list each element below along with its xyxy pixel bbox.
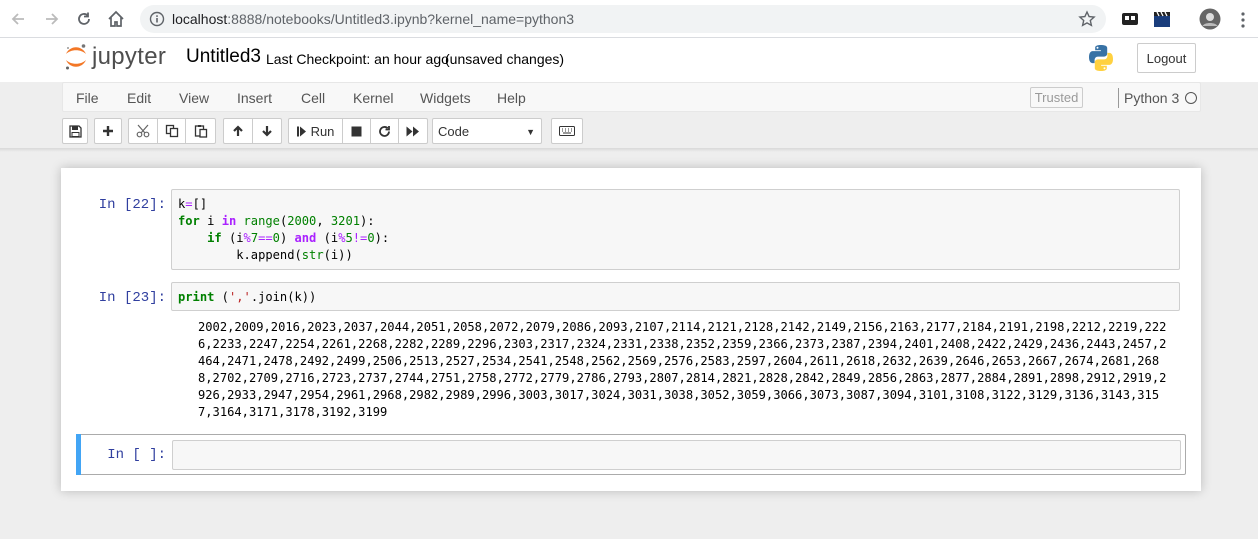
notebook-title[interactable]: Untitled3 (186, 46, 261, 68)
command-palette-button[interactable] (551, 118, 583, 144)
cell-prompt: In [22]: (98, 197, 166, 213)
cell-output: 2002,2009,2016,2023,2037,2044,2051,2058,… (198, 320, 1167, 419)
menu-dots-icon[interactable] (1240, 11, 1246, 34)
code-cell-input[interactable]: k=[] for i in range(2000, 3201): if (i%7… (171, 189, 1180, 270)
logout-button[interactable]: Logout (1137, 43, 1196, 73)
forward-icon[interactable] (42, 9, 62, 29)
menu-file[interactable]: File (76, 90, 99, 106)
extension-icon[interactable] (1121, 10, 1139, 28)
step-icon (296, 126, 306, 136)
clapperboard-icon[interactable] (1153, 10, 1171, 28)
move-up-button[interactable] (223, 118, 253, 144)
jupyter-logo-text: jupyter (92, 43, 167, 70)
menu-help[interactable]: Help (497, 90, 526, 106)
menu-edit[interactable]: Edit (127, 90, 151, 106)
plus-icon (103, 126, 113, 136)
copy-button[interactable] (157, 118, 186, 144)
arrow-up-icon (233, 125, 243, 136)
star-icon[interactable] (1078, 10, 1096, 33)
kernel-name: Python 3 (1124, 90, 1180, 106)
interrupt-button[interactable] (342, 118, 371, 144)
cell-type-select[interactable]: Code ▼ (432, 118, 542, 144)
chevron-down-icon: ▼ (526, 127, 535, 137)
kernel-idle-icon (1185, 92, 1197, 104)
trusted-badge[interactable]: Trusted (1030, 87, 1083, 108)
code-block: print (','.join(k)) (178, 290, 317, 304)
browser-toolbar: localhost:8888/notebooks/Untitled3.ipynb… (0, 0, 1258, 38)
cell-type-value: Code (438, 123, 470, 139)
run-label: Run (310, 123, 335, 139)
save-icon (68, 124, 82, 138)
selected-code-cell[interactable]: In [ ]: (76, 434, 1186, 475)
header-shadow (0, 148, 1258, 152)
keyboard-icon (559, 126, 575, 136)
profile-avatar-icon[interactable] (1199, 8, 1221, 30)
menu-view[interactable]: View (179, 90, 209, 106)
menu-cell[interactable]: Cell (301, 90, 325, 106)
autosave-status: (unsaved changes) (445, 51, 565, 67)
address-bar[interactable]: localhost:8888/notebooks/Untitled3.ipynb… (140, 5, 1106, 33)
selection-indicator (76, 434, 81, 475)
menubar: File Edit View Insert Cell Kernel Widget… (62, 82, 1201, 112)
arrow-down-icon (262, 126, 272, 137)
code-block: k=[] for i in range(2000, 3201): if (i%7… (178, 197, 390, 262)
notebook-container: In [22]: k=[] for i in range(2000, 3201)… (61, 168, 1201, 491)
code-cell-input[interactable] (172, 440, 1181, 470)
paste-icon (194, 125, 207, 138)
jupyter-orbit-icon (66, 44, 86, 70)
code-cell-input[interactable]: print (','.join(k)) (171, 282, 1180, 311)
paste-button[interactable] (185, 118, 216, 144)
menu-widgets[interactable]: Widgets (420, 90, 471, 106)
url-text: localhost:8888/notebooks/Untitled3.ipynb… (172, 11, 575, 27)
copy-icon (165, 124, 178, 138)
menu-insert[interactable]: Insert (237, 90, 272, 106)
move-down-button[interactable] (252, 118, 282, 144)
info-icon[interactable] (149, 11, 165, 32)
python-logo-icon (1086, 43, 1116, 78)
stop-icon (351, 126, 362, 136)
jupyter-header: jupyter Untitled3 Last Checkpoint: an ho… (0, 38, 1258, 82)
cell-prompt: In [ ]: (107, 447, 166, 463)
restart-icon (379, 125, 390, 137)
restart-run-all-button[interactable] (398, 118, 428, 144)
cell-prompt: In [23]: (98, 290, 166, 306)
jupyter-logo[interactable]: jupyter (64, 42, 166, 72)
cut-button[interactable] (128, 118, 158, 144)
kernel-divider (1118, 88, 1119, 108)
back-icon[interactable] (8, 9, 28, 29)
restart-button[interactable] (370, 118, 399, 144)
save-button[interactable] (62, 118, 88, 144)
menu-kernel[interactable]: Kernel (353, 90, 393, 106)
cut-icon (136, 124, 150, 138)
home-icon[interactable] (106, 9, 126, 29)
fast-forward-icon (406, 126, 419, 136)
insert-cell-button[interactable] (94, 118, 122, 144)
reload-icon[interactable] (74, 9, 94, 29)
checkpoint-status: Last Checkpoint: an hour ago (266, 51, 449, 67)
run-button[interactable]: Run (288, 118, 343, 144)
